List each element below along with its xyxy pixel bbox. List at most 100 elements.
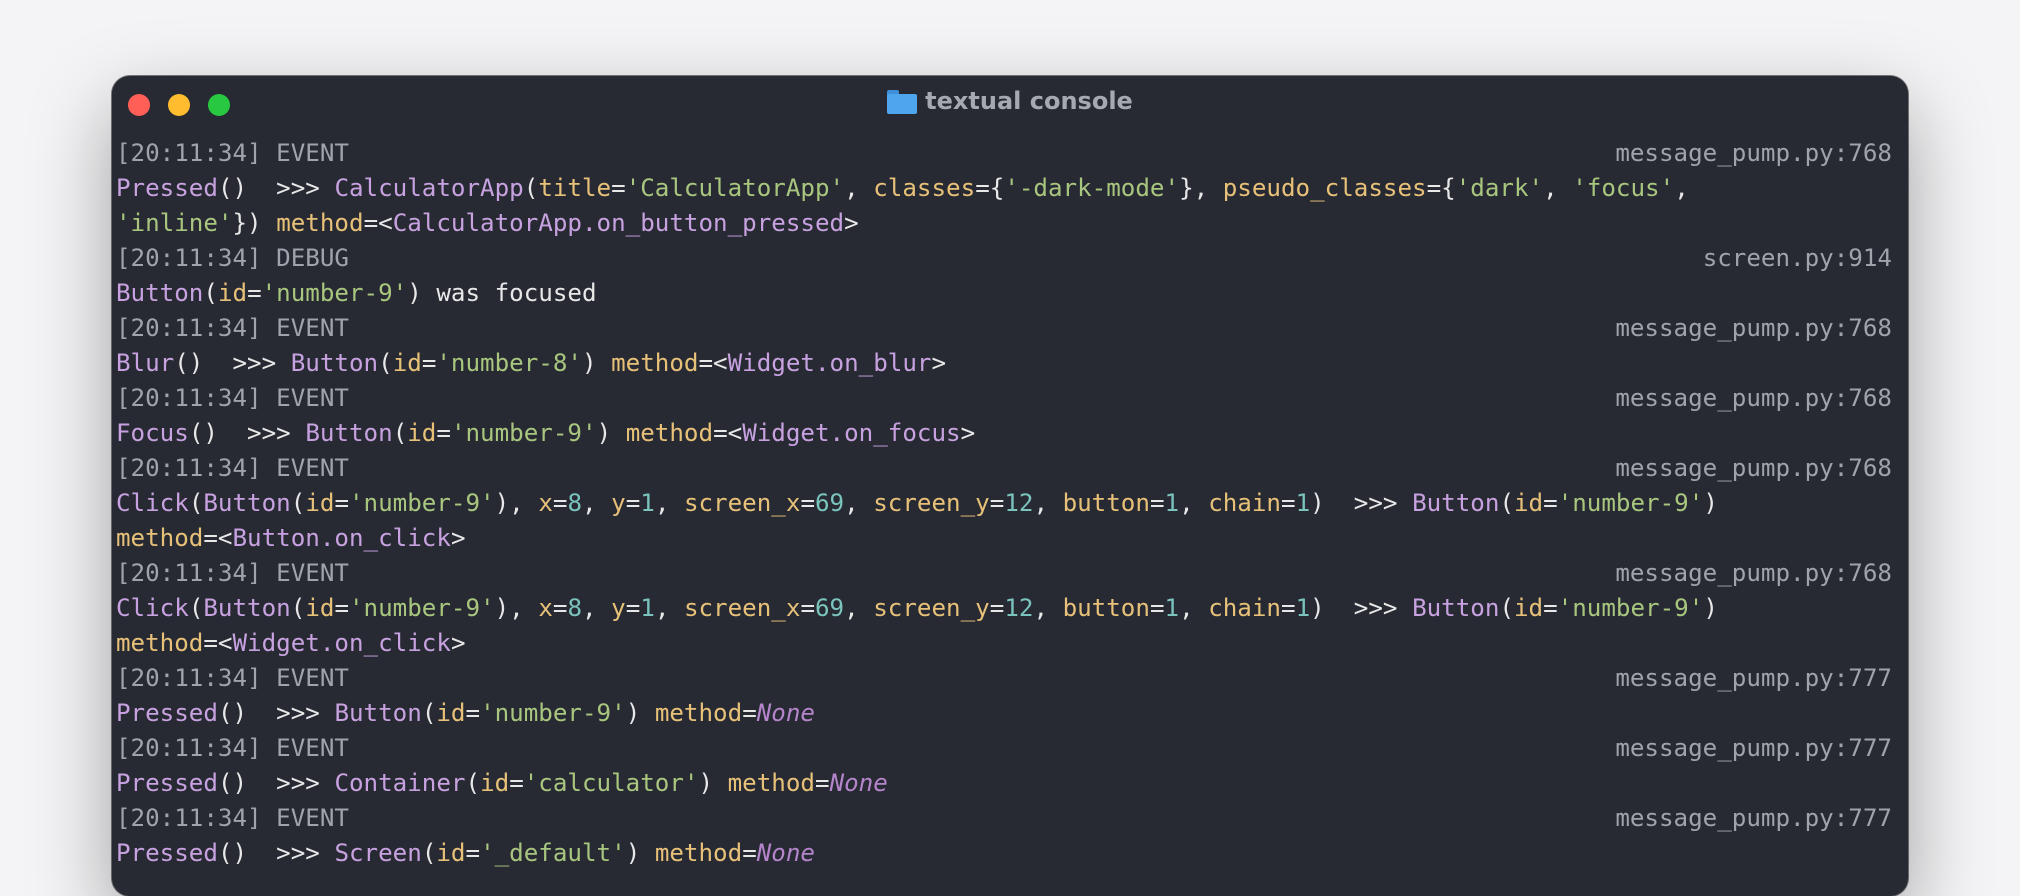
log-token: > (450, 524, 466, 552)
log-token: 'number-9' (349, 594, 495, 622)
title-bar[interactable]: textual console (112, 76, 1908, 130)
log-token: Click (116, 594, 189, 622)
log-token: >>> (217, 349, 291, 377)
log-timestamp-level: [20:11:34] EVENT (116, 734, 349, 762)
log-token: ( (421, 839, 437, 867)
log-token: Pressed (116, 699, 218, 727)
log-source-location: message_pump.py:777 (1615, 734, 1892, 762)
log-token: id (436, 839, 466, 867)
log-token: , (654, 594, 684, 622)
log-token: () (217, 174, 262, 202)
log-token: Pressed (116, 839, 218, 867)
log-token: >>> (261, 174, 335, 202)
log-token: id (480, 769, 510, 797)
log-token: 1 (1295, 489, 1311, 517)
log-token: = (625, 489, 641, 517)
log-token: ) (625, 839, 655, 867)
log-token: ={ (975, 174, 1005, 202)
log-token: 1 (640, 489, 655, 517)
log-timestamp-level: [20:11:34] EVENT (116, 384, 349, 412)
log-token: 'number-9' (1557, 594, 1704, 622)
log-token: id (1514, 594, 1544, 622)
log-token: = (800, 594, 815, 622)
log-message-line: Click(Button(id='number-9'), x=8, y=1, s… (116, 486, 1892, 521)
log-token: ( (378, 349, 393, 377)
log-token: 'number-9' (349, 489, 495, 517)
log-token: 'number-9' (480, 699, 626, 727)
log-token: method (625, 419, 714, 447)
log-token: CalculatorApp.on_button_pressed (392, 209, 845, 237)
log-token: 69 (815, 594, 845, 622)
log-token: Button (290, 349, 379, 377)
log-token: =< (698, 349, 728, 377)
log-token: Button (305, 419, 393, 447)
log-token: '_default' (480, 839, 626, 867)
log-token: 1 (640, 594, 655, 622)
log-token: ) (407, 279, 422, 307)
log-token: > (844, 209, 859, 237)
log-source-location: message_pump.py:768 (1615, 384, 1892, 412)
window-title-group: textual console (112, 87, 1908, 115)
log-token: 8 (567, 489, 582, 517)
log-token: = (625, 594, 641, 622)
log-token: = (742, 699, 757, 727)
folder-icon (887, 90, 918, 114)
log-source-location: message_pump.py:777 (1615, 664, 1892, 692)
log-token: Pressed (116, 174, 218, 202)
log-token: =< (713, 419, 743, 447)
log-token: None (756, 699, 815, 727)
log-token: id (436, 699, 466, 727)
log-message-line: Button(id='number-9') was focused (116, 276, 1892, 311)
log-timestamp-level: [20:11:34] DEBUG (116, 244, 349, 272)
log-token: ( (290, 489, 306, 517)
log-token: y (611, 489, 626, 517)
log-token: Button.on_click (232, 524, 451, 552)
log-token: , (1033, 489, 1063, 517)
log-token: ( (188, 489, 204, 517)
log-token: =< (203, 524, 233, 552)
log-entry-header: [20:11:34] EVENT message_pump.py:768 (116, 311, 1892, 346)
log-token: 'inline' (116, 209, 233, 237)
log-message-line: Focus() >>> Button(id='number-9') method… (116, 416, 1892, 451)
log-token: 'number-9' (261, 279, 408, 307)
log-token: , (1179, 594, 1209, 622)
log-entry-header: [20:11:34] EVENT message_pump.py:768 (116, 136, 1892, 171)
console-output[interactable]: [20:11:34] EVENT message_pump.py:768 Press… (116, 136, 1892, 871)
log-token: ) (1703, 489, 1718, 517)
log-token: chain (1208, 594, 1281, 622)
log-token: method (727, 769, 815, 797)
log-token: >>> (1324, 489, 1413, 517)
log-token: Button (1412, 489, 1500, 517)
log-token: = (1149, 594, 1165, 622)
log-token: () (188, 419, 233, 447)
log-token: ( (290, 594, 306, 622)
log-token: button (1062, 489, 1150, 517)
log-token: }, (1179, 174, 1223, 202)
log-token: method (654, 839, 743, 867)
log-token: = (989, 489, 1005, 517)
log-token: method (654, 699, 743, 727)
log-token: x (538, 594, 553, 622)
log-timestamp-level: [20:11:34] EVENT (116, 454, 349, 482)
log-token: ( (421, 699, 437, 727)
log-token: () (217, 769, 262, 797)
log-token: = (800, 489, 815, 517)
log-token: , (1033, 594, 1063, 622)
log-token: = (552, 489, 568, 517)
log-entry-header: [20:11:34] EVENT message_pump.py:768 (116, 451, 1892, 486)
log-token: screen_y (873, 489, 990, 517)
log-token: = (1543, 594, 1558, 622)
log-token: = (509, 769, 524, 797)
log-token: Container (334, 769, 466, 797)
log-token: was focused (421, 279, 597, 307)
log-token: 8 (567, 594, 582, 622)
log-token: = (552, 594, 568, 622)
log-token: id (305, 594, 335, 622)
log-token: Widget.on_focus (742, 419, 961, 447)
log-token: None (756, 839, 815, 867)
log-token: screen_y (873, 594, 990, 622)
log-token: , (1543, 174, 1573, 202)
log-token: id (1514, 489, 1544, 517)
log-source-location: message_pump.py:768 (1615, 454, 1892, 482)
log-token: ={ (1426, 174, 1456, 202)
